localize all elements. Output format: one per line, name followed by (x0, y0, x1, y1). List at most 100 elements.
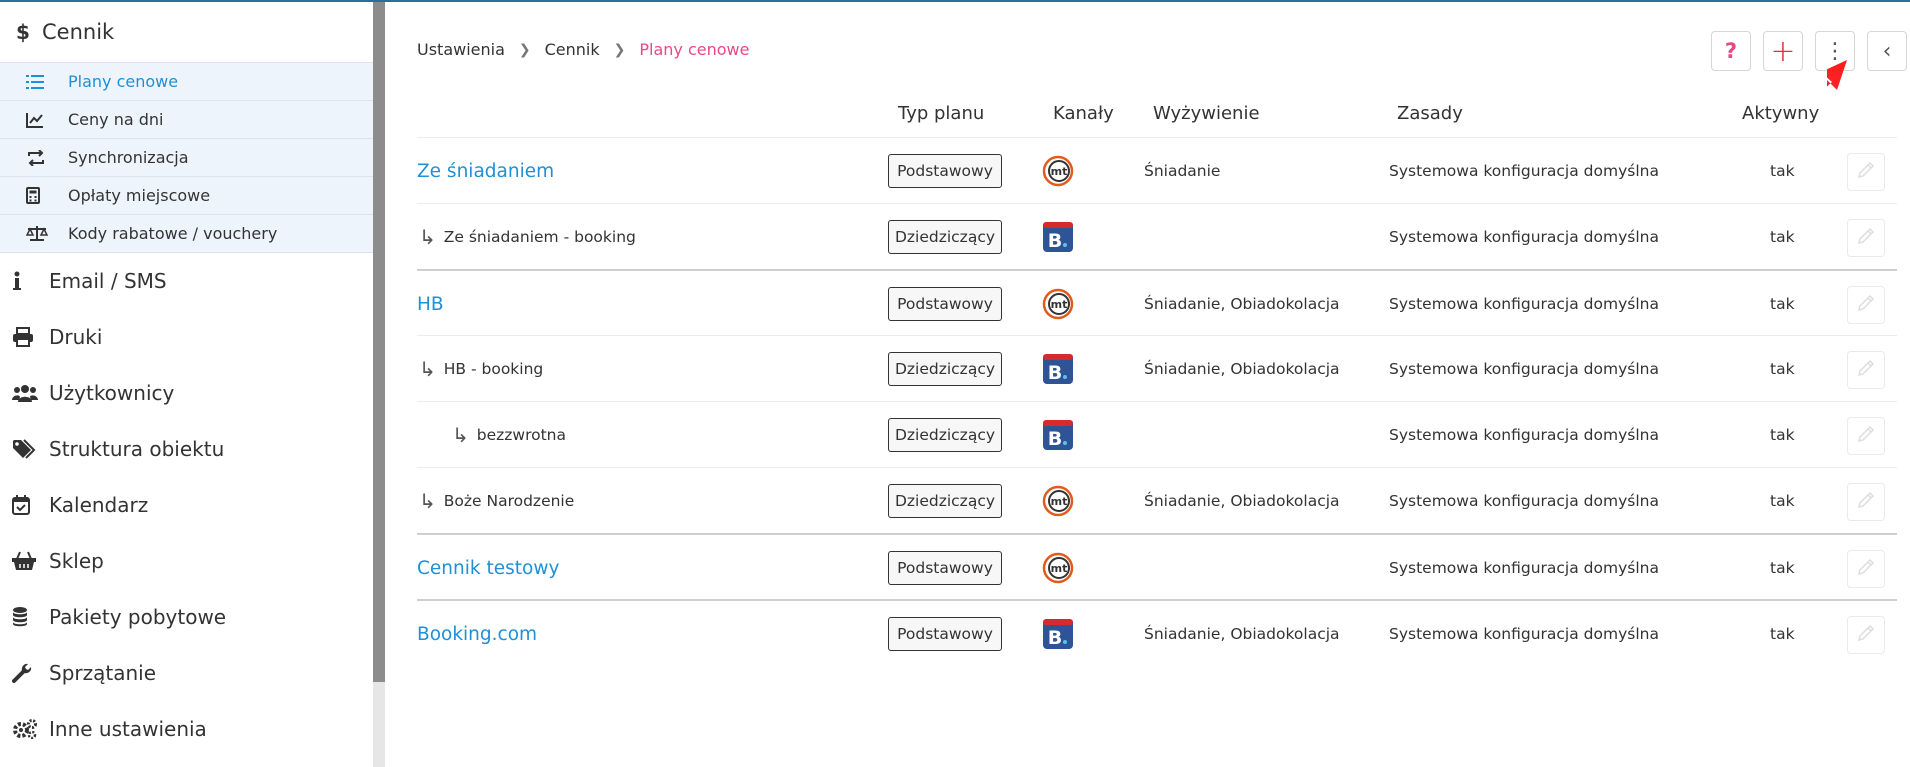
plan-type-badge: Podstawowy (888, 154, 1002, 188)
edit-button[interactable] (1847, 417, 1885, 455)
pencil-icon (1857, 359, 1875, 381)
toolbar: ? + ⋮ ‹ (1699, 31, 1907, 71)
table-row[interactable]: Cennik testowy Podstawowy mt Systemowa konf… (417, 533, 1897, 599)
sidebar-item-sprzatanie[interactable]: Sprzątanie (0, 645, 373, 701)
header-meals: Wyżywienie (1153, 103, 1260, 124)
sidebar-item-pakiety-pobytowe[interactable]: Pakiety pobytowe (0, 589, 373, 645)
sidebar-item-kalendarz[interactable]: Kalendarz (0, 477, 373, 533)
svg-text:mt: mt (1051, 495, 1068, 508)
sidebar-item-label: Plany cenowe (68, 72, 179, 91)
table-row[interactable]: HB Podstawowy mt Śniadanie, Obiadokolacja Sy… (417, 269, 1897, 335)
table-row[interactable]: Ze śniadaniem Podstawowy mt Śniadanie System… (417, 137, 1897, 203)
collapse-button[interactable]: ‹ (1867, 31, 1907, 71)
users-icon (12, 384, 49, 402)
svg-text:B: B (1048, 362, 1062, 384)
plan-name[interactable]: Ze śniadaniem (417, 138, 554, 204)
sidebar-scroll-thumb[interactable] (373, 682, 385, 767)
info-icon (12, 271, 49, 291)
header-active: Aktywny (1742, 103, 1820, 124)
plan-name-text[interactable]: HB (417, 294, 444, 315)
chart-line-icon (26, 112, 68, 128)
cennik-submenu: Plany cenowe Ceny na dni Synchronizacja … (0, 62, 373, 253)
sidebar-item-plany-cenowe[interactable]: Plany cenowe (0, 63, 373, 101)
sidebar-item-struktura-obiektu[interactable]: Struktura obiektu (0, 421, 373, 477)
rules-cell: Systemowa konfiguracja domyślna (1389, 625, 1659, 643)
more-options-button[interactable]: ⋮ (1815, 31, 1855, 71)
breadcrumb-item[interactable]: Cennik (545, 40, 600, 59)
sidebar-item-label: Pakiety pobytowe (49, 605, 227, 629)
breadcrumb-item[interactable]: Ustawienia (417, 40, 505, 59)
active-cell: tak (1770, 295, 1795, 313)
settings-sidebar: $ Cennik Plany cenowe Ceny na dni Synchr… (0, 2, 385, 767)
sidebar-item-label: Opłaty miejscowe (68, 186, 211, 205)
plan-type-badge: Podstawowy (888, 617, 1002, 651)
pencil-icon (1857, 425, 1875, 447)
sidebar-item-druki[interactable]: Druki (0, 309, 373, 365)
plan-name: ↳ bezzwrotna (452, 402, 566, 468)
mt-channel-icon: mt (1042, 288, 1074, 320)
header-channels: Kanały (1053, 103, 1114, 124)
meals-cell: Śniadanie (1144, 162, 1221, 180)
header-rules: Zasady (1397, 103, 1463, 124)
plan-name-text[interactable]: Booking.com (417, 624, 537, 645)
sidebar-item-label: Kalendarz (49, 493, 149, 517)
sidebar-item-oplaty-miejscowe[interactable]: Opłaty miejscowe (0, 177, 373, 215)
sync-icon (26, 149, 68, 166)
edit-button[interactable] (1847, 153, 1885, 191)
table-row[interactable]: ↳ bezzwrotna Dziedziczący B Systemowa konfig… (417, 401, 1897, 467)
rules-cell: Systemowa konfiguracja domyślna (1389, 295, 1659, 313)
chevron-right-icon: ❯ (518, 41, 531, 58)
plan-type-badge: Dziedziczący (888, 220, 1002, 254)
child-arrow-icon: ↳ (419, 489, 436, 513)
table-row[interactable]: ↳ Boże Narodzenie Dziedziczący mt Śniadanie,… (417, 467, 1897, 533)
wrench-icon (12, 663, 49, 683)
sidebar-scrollbar[interactable] (373, 2, 385, 767)
plan-name[interactable]: Booking.com (417, 601, 537, 667)
sidebar-item-synchronizacja[interactable]: Synchronizacja (0, 139, 373, 177)
header-type: Typ planu (898, 103, 985, 124)
table-row[interactable]: ↳ Ze śniadaniem - booking Dziedziczący B Sys… (417, 203, 1897, 269)
plan-name: ↳ HB - booking (419, 336, 543, 402)
sidebar-item-sklep[interactable]: Sklep (0, 533, 373, 589)
svg-text:B: B (1048, 230, 1062, 252)
sidebar-section-cennik[interactable]: $ Cennik (0, 2, 373, 62)
sidebar-section-label: Cennik (42, 20, 115, 44)
plan-name-text[interactable]: Cennik testowy (417, 558, 559, 579)
edit-button[interactable] (1847, 616, 1885, 654)
cogs-icon (12, 719, 49, 739)
basket-icon (12, 551, 49, 571)
plan-name[interactable]: Cennik testowy (417, 535, 559, 601)
active-cell: tak (1770, 492, 1795, 510)
rules-cell: Systemowa konfiguracja domyślna (1389, 360, 1659, 378)
child-arrow-icon: ↳ (419, 225, 436, 249)
printer-icon (12, 327, 49, 347)
rules-cell: Systemowa konfiguracja domyślna (1389, 492, 1659, 510)
sidebar-item-label: Sprzątanie (49, 661, 157, 685)
edit-button[interactable] (1847, 219, 1885, 257)
active-cell: tak (1770, 228, 1795, 246)
plan-name[interactable]: HB (417, 271, 444, 337)
table-row[interactable]: Booking.com Podstawowy B Śniadanie, Obiadok… (417, 599, 1897, 665)
chevron-right-icon: ❯ (613, 41, 626, 58)
active-cell: tak (1770, 162, 1795, 180)
sidebar-item-kody-rabatowe[interactable]: Kody rabatowe / vouchery (0, 215, 373, 253)
sidebar-item-ceny-na-dni[interactable]: Ceny na dni (0, 101, 373, 139)
svg-text:mt: mt (1051, 562, 1068, 575)
sidebar-item-label: Druki (49, 325, 103, 349)
edit-button[interactable] (1847, 550, 1885, 588)
plan-name-text: Boże Narodzenie (443, 492, 575, 510)
child-arrow-icon: ↳ (452, 423, 469, 447)
help-button[interactable]: ? (1711, 31, 1751, 71)
edit-button[interactable] (1847, 483, 1885, 521)
plan-name-text[interactable]: Ze śniadaniem (417, 161, 554, 182)
table-row[interactable]: ↳ HB - booking Dziedziczący B Śniadanie, Obi… (417, 335, 1897, 401)
add-plan-button[interactable]: + (1763, 31, 1803, 71)
sidebar-item-label: Email / SMS (49, 269, 167, 293)
edit-button[interactable] (1847, 286, 1885, 324)
edit-button[interactable] (1847, 351, 1885, 389)
sidebar-item-uzytkownicy[interactable]: Użytkownicy (0, 365, 373, 421)
rules-cell: Systemowa konfiguracja domyślna (1389, 162, 1659, 180)
sidebar-item-email-sms[interactable]: Email / SMS (0, 253, 373, 309)
sidebar-item-inne-ustawienia[interactable]: Inne ustawienia (0, 701, 373, 757)
svg-text:B: B (1048, 627, 1062, 649)
